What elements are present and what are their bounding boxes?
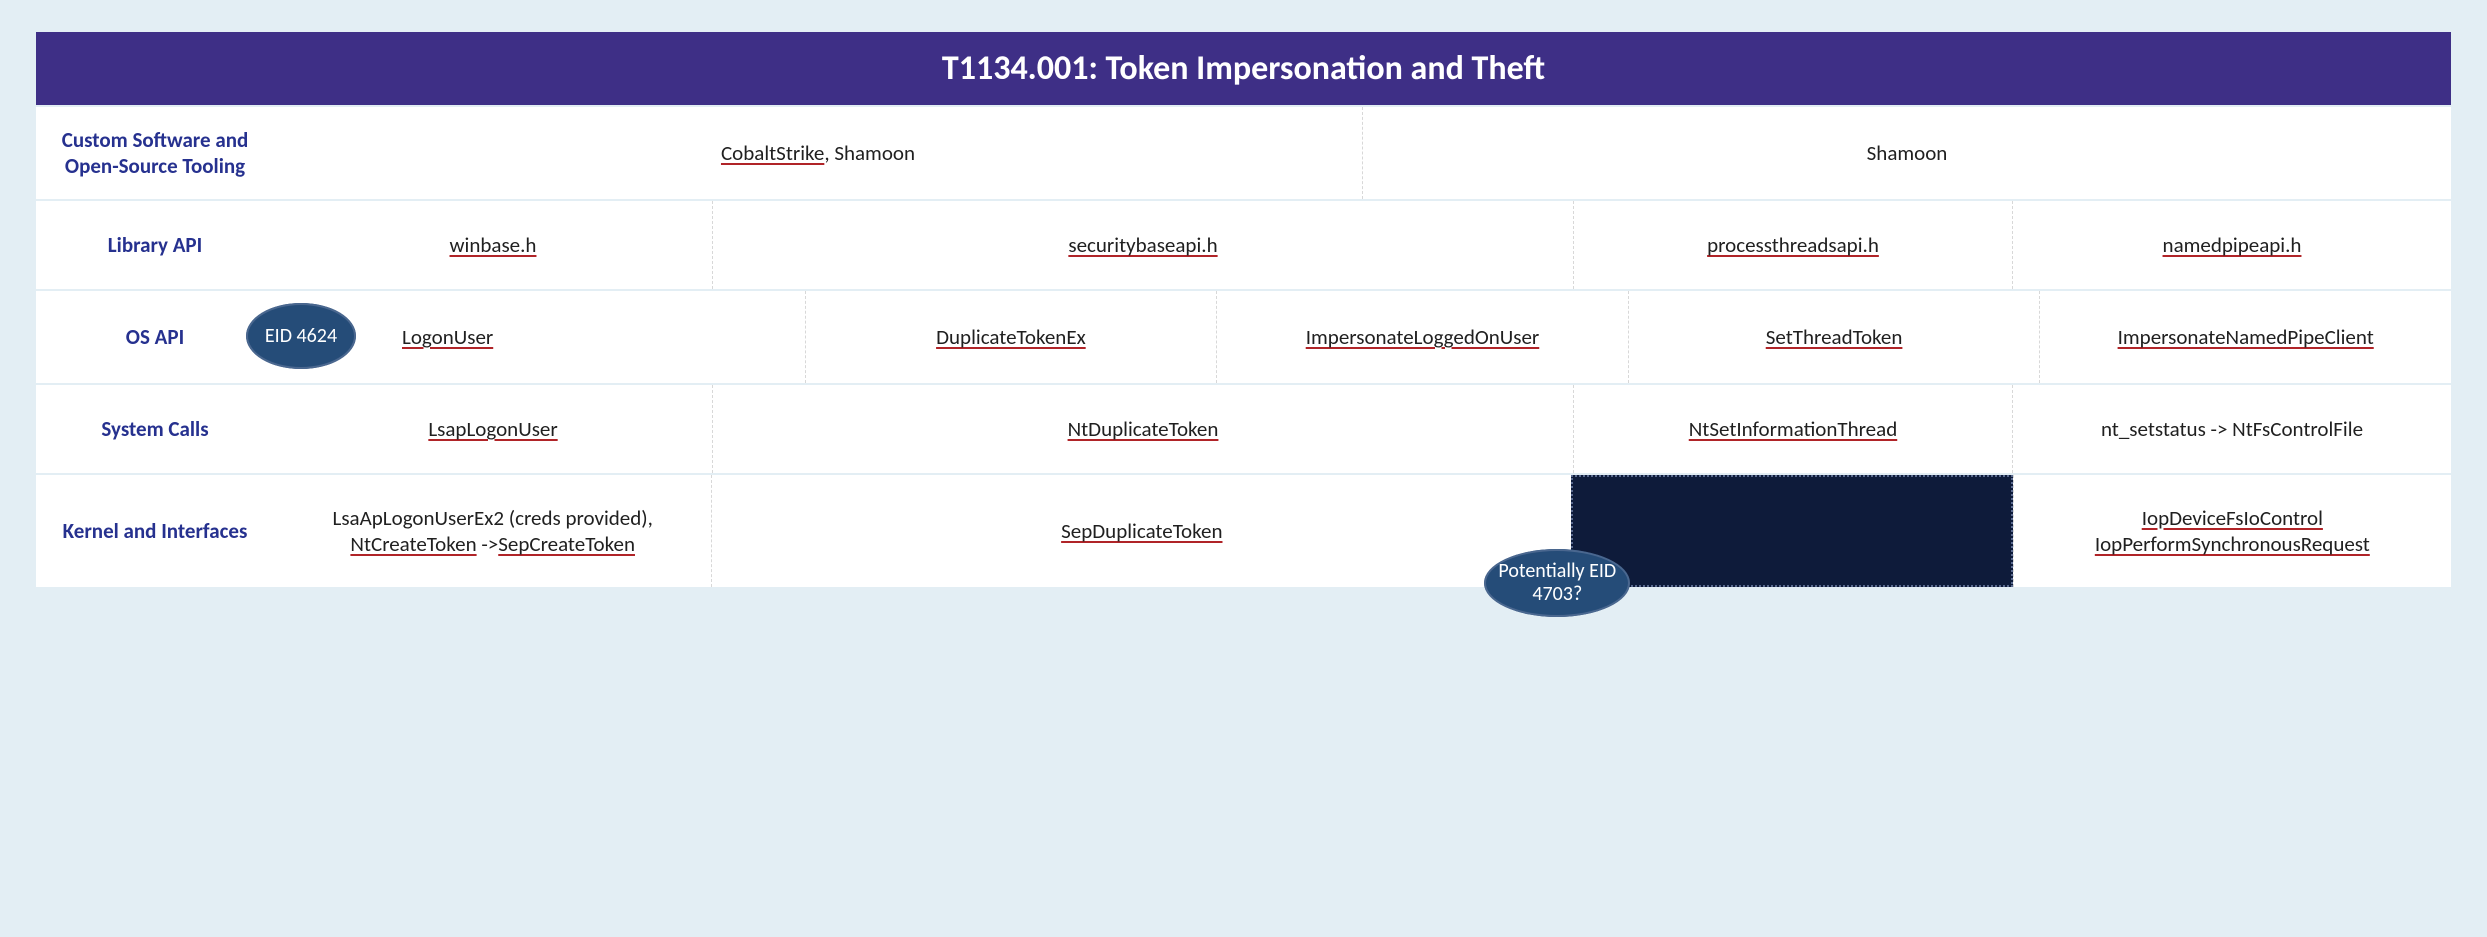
tooling-col1: CobaltStrike, Shamoon (274, 107, 1362, 199)
kernel-col4-line1: IopDeviceFsIoControl (2095, 505, 2370, 531)
library-col1-text: winbase.h (450, 232, 537, 258)
row-osapi: OS API LogonUser DuplicateTokenEx Impers… (36, 289, 2451, 383)
tooling-col1-link: CobaltStrike (721, 140, 824, 166)
kernel-col1-line1: LsaApLogonUserEx2 (creds provided), (333, 505, 653, 531)
sys-col3: NtSetInformationThread (1573, 385, 2012, 473)
library-col2: securitybaseapi.h (712, 201, 1573, 289)
osapi-col2-text: DuplicateTokenEx (936, 324, 1086, 350)
sys-col3-text: NtSetInformationThread (1689, 416, 1897, 442)
kernel-col4-line2: IopPerformSynchronousRequest (2095, 531, 2370, 557)
osapi-col1-text: LogonUser (402, 324, 493, 350)
kernel-col3-obscured (1571, 475, 2012, 587)
row-cells-tooling: CobaltStrike, Shamoon Shamoon (274, 107, 2451, 199)
library-col2-text: securitybaseapi.h (1068, 232, 1217, 258)
osapi-col2: DuplicateTokenEx (805, 291, 1217, 383)
technique-title: T1134.001: Token Impersonation and Theft (36, 32, 2451, 105)
sys-col2: NtDuplicateToken (712, 385, 1573, 473)
sys-col1-text: LsapLogonUser (428, 416, 557, 442)
row-label-kernel: Kernel and Interfaces (36, 475, 274, 587)
badge-eid-4703: Potentially EID 4703? (1484, 549, 1630, 617)
kernel-col1-u2: SepCreateToken (498, 531, 635, 557)
osapi-col4-text: SetThreadToken (1766, 324, 1903, 350)
kernel-col1: LsaApLogonUserEx2 (creds provided), NtCr… (274, 475, 711, 587)
row-kernel: Kernel and Interfaces LsaApLogonUserEx2 … (36, 473, 2451, 587)
osapi-col3: ImpersonateLoggedOnUser (1216, 291, 1628, 383)
sys-col1: LsapLogonUser (274, 385, 712, 473)
kernel-col1-line2: NtCreateToken ->SepCreateToken (333, 531, 653, 557)
row-tooling: Custom Software and Open-Source Tooling … (36, 105, 2451, 199)
row-label-osapi: OS API (36, 291, 274, 383)
row-cells-library: winbase.h securitybaseapi.h processthrea… (274, 201, 2451, 289)
sys-col4-text: nt_setstatus -> NtFsControlFile (2101, 416, 2363, 442)
sys-col2-text: NtDuplicateToken (1068, 416, 1219, 442)
kernel-col1-u1: NtCreateToken (350, 531, 476, 557)
page: T1134.001: Token Impersonation and Theft… (0, 0, 2487, 647)
technique-table: T1134.001: Token Impersonation and Theft… (36, 32, 2451, 587)
badge-eid-4703-wrap: Potentially EID 4703? (1484, 549, 1630, 617)
library-col1: winbase.h (274, 201, 712, 289)
library-col4: namedpipeapi.h (2012, 201, 2451, 289)
row-cells-kernel: LsaApLogonUserEx2 (creds provided), NtCr… (274, 475, 2451, 587)
row-label-syscalls: System Calls (36, 385, 274, 473)
row-library: Library API winbase.h securitybaseapi.h … (36, 199, 2451, 289)
row-label-library: Library API (36, 201, 274, 289)
badge-eid-4624: EID 4624 (246, 303, 356, 369)
kernel-col2: SepDuplicateToken (711, 475, 1571, 587)
row-cells-syscalls: LsapLogonUser NtDuplicateToken NtSetInfo… (274, 385, 2451, 473)
kernel-col2-text: SepDuplicateToken (1061, 518, 1222, 544)
osapi-col4: SetThreadToken (1628, 291, 2040, 383)
tooling-col1-rest: , Shamoon (824, 140, 915, 166)
kernel-col4: IopDeviceFsIoControl IopPerformSynchrono… (2013, 475, 2451, 587)
kernel-col1-mid: -> (477, 531, 499, 557)
osapi-col3-text: ImpersonateLoggedOnUser (1306, 324, 1540, 350)
row-label-tooling: Custom Software and Open-Source Tooling (36, 107, 274, 199)
row-cells-osapi: LogonUser DuplicateTokenEx ImpersonateLo… (274, 291, 2451, 383)
row-syscalls: System Calls LsapLogonUser NtDuplicateTo… (36, 383, 2451, 473)
library-col4-text: namedpipeapi.h (2163, 232, 2302, 258)
tooling-col2: Shamoon (1362, 107, 2451, 199)
sys-col4: nt_setstatus -> NtFsControlFile (2012, 385, 2451, 473)
library-col3: processthreadsapi.h (1573, 201, 2012, 289)
osapi-col5-text: ImpersonateNamedPipeClient (2118, 324, 2374, 350)
osapi-col5: ImpersonateNamedPipeClient (2039, 291, 2451, 383)
library-col3-text: processthreadsapi.h (1707, 232, 1879, 258)
